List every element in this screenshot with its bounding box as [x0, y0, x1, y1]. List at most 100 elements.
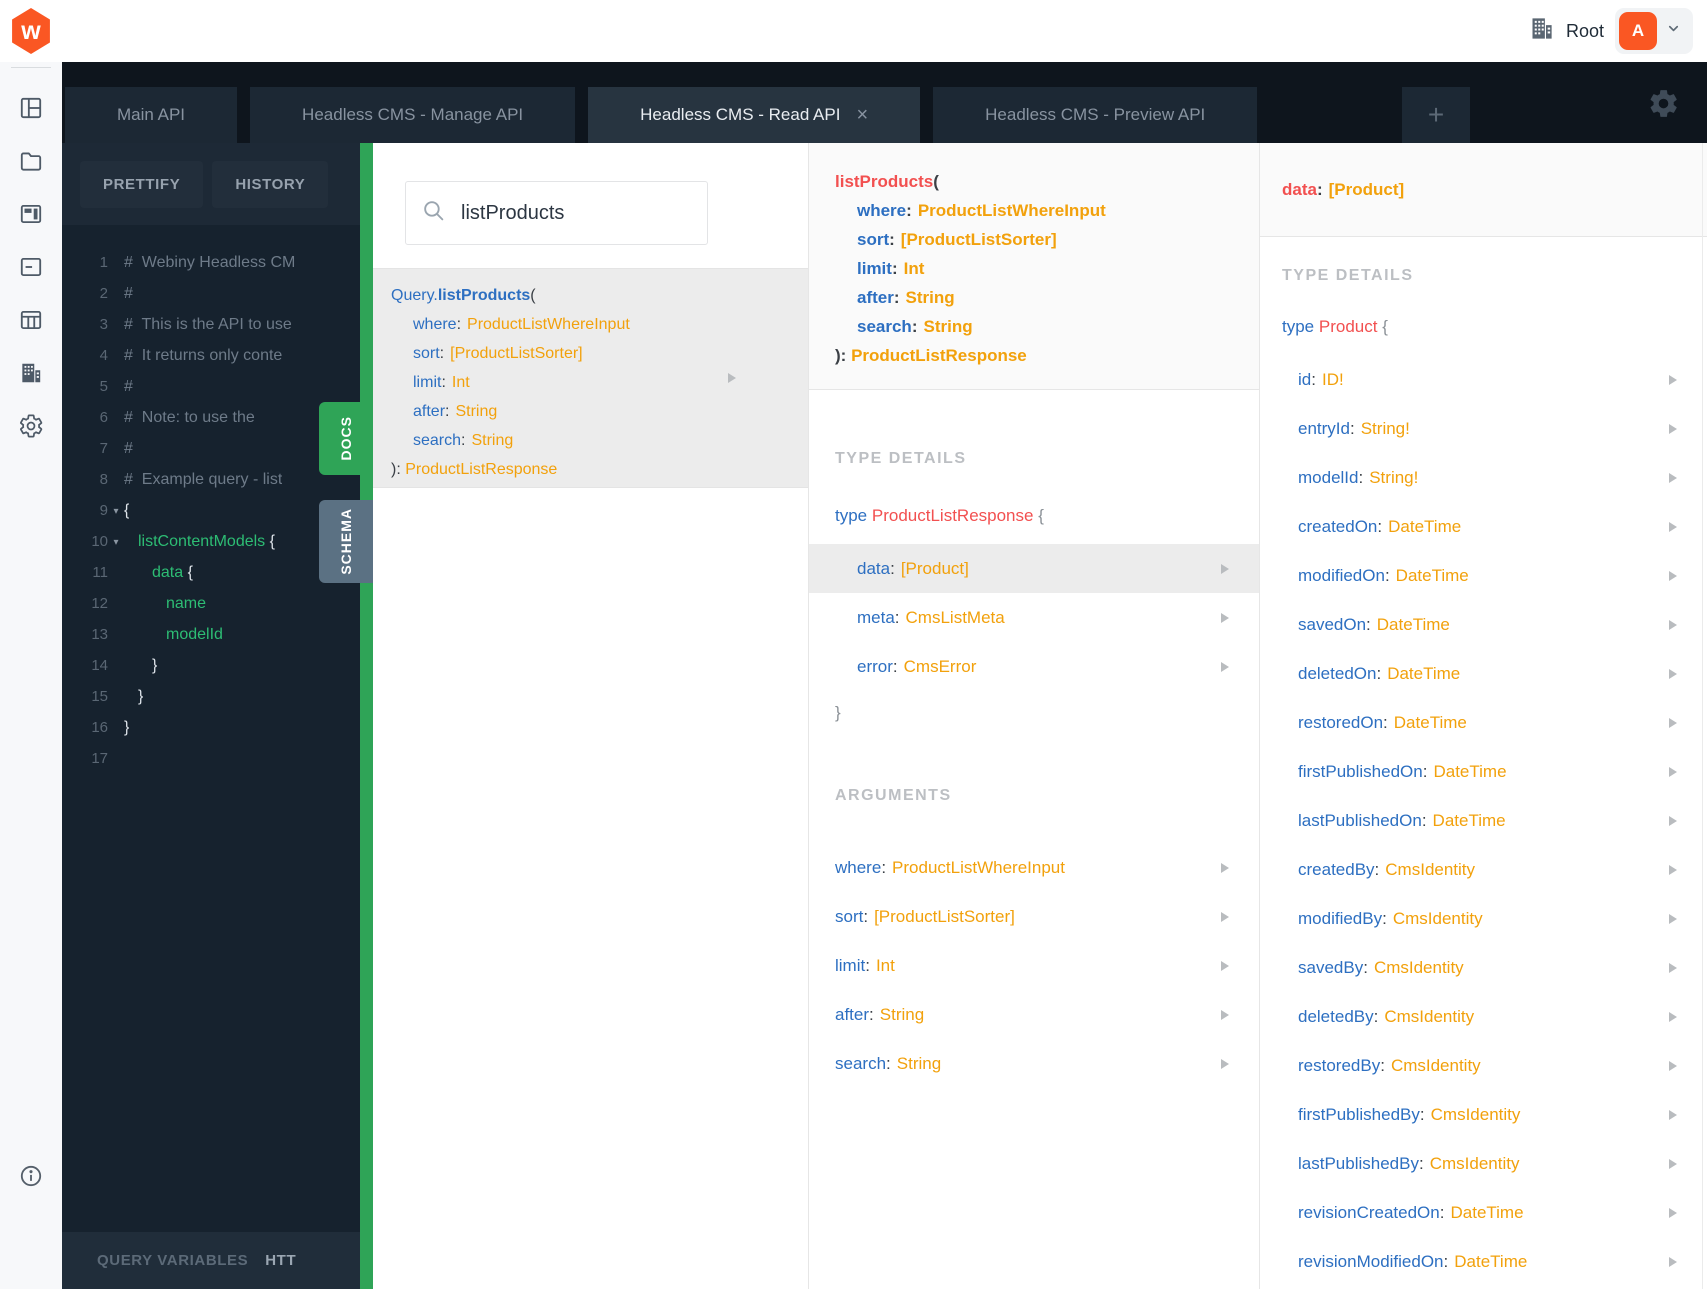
doc-argument-row[interactable]: where: ProductListWhereInput [809, 843, 1259, 892]
doc-field-row[interactable]: modifiedBy: CmsIdentity [1260, 894, 1707, 943]
type-fields: id: ID! entryId: String! modelId: String! c… [1260, 355, 1707, 1286]
docs-tab[interactable]: DOCS [319, 402, 373, 475]
field-type: CmsIdentity [1390, 1055, 1481, 1075]
search-result-args: where: ProductListWhereInput sort: [Produc… [391, 310, 808, 455]
api-tab[interactable]: Headless CMS - Manage API [250, 87, 576, 143]
info-icon[interactable] [18, 1163, 44, 1189]
docs-search-box[interactable] [405, 181, 708, 245]
code-line: 8 # Example query - list [99, 470, 283, 489]
code-line: 7 # [99, 439, 133, 458]
expand-arrow-icon [1669, 374, 1677, 385]
expand-arrow-icon [1221, 563, 1229, 574]
doc-field-row[interactable]: restoredOn: DateTime [1260, 698, 1707, 747]
schema-tab[interactable]: SCHEMA [319, 500, 373, 583]
doc-field-row[interactable]: savedBy: CmsIdentity [1260, 943, 1707, 992]
field-type: DateTime [1388, 516, 1462, 536]
field-type: DateTime [1395, 565, 1469, 585]
argument-rows: where: ProductListWhereInput sort: [Produc… [809, 843, 1259, 1088]
field-name: restoredBy [1298, 1055, 1381, 1075]
scrollbar-track[interactable] [1702, 143, 1703, 1289]
tenant-manager-icon[interactable] [18, 360, 44, 386]
page-builder-icon[interactable] [18, 201, 44, 227]
expand-arrow-icon [1221, 911, 1229, 922]
field-name: modifiedOn [1298, 565, 1385, 585]
field-type: [Product] [900, 558, 969, 578]
history-button[interactable]: HISTORY [212, 160, 329, 208]
api-tab[interactable]: Main API [65, 87, 238, 143]
api-tab[interactable]: Headless CMS - Read API × [588, 87, 921, 143]
type-name-link[interactable]: Product [1319, 317, 1378, 336]
query-variables-tab[interactable]: QUERY VARIABLES [97, 1252, 248, 1269]
editor-bottom-bar: QUERY VARIABLES HTT [62, 1232, 360, 1289]
type-name-link[interactable]: ProductListResponse [872, 506, 1034, 525]
http-headers-tab[interactable]: HTT [265, 1252, 296, 1269]
doc-field-row[interactable]: lastPublishedOn: DateTime [1260, 796, 1707, 845]
doc-argument-row[interactable]: search: String [809, 1039, 1259, 1088]
field-type: DateTime [1450, 1202, 1524, 1222]
app-sidebar [0, 62, 62, 1289]
fold-arrow-icon[interactable]: ▾ [108, 504, 124, 517]
doc-field-row[interactable]: deletedBy: CmsIdentity [1260, 992, 1707, 1041]
field-name: createdBy [1298, 859, 1375, 879]
webiny-logo[interactable]: w [12, 8, 50, 54]
api-tab-label: Main API [117, 105, 186, 124]
doc-field-row[interactable]: createdBy: CmsIdentity [1260, 845, 1707, 894]
search-result-item[interactable]: Query.listProducts( where: ProductListWhe… [373, 268, 808, 488]
doc-field-row[interactable]: modifiedOn: DateTime [1260, 551, 1707, 600]
docs-divider-strip[interactable]: DOCS SCHEMA [319, 143, 373, 1289]
search-result-signature-open: Query.listProducts( [391, 287, 536, 304]
form-builder-icon[interactable] [18, 254, 44, 280]
type-details-heading: TYPE DETAILS [1282, 267, 1414, 284]
add-tab-button[interactable]: + [1402, 87, 1470, 143]
argument-name: sort [835, 906, 864, 926]
doc-field-row[interactable]: meta: CmsListMeta [809, 593, 1259, 642]
code-line: 3 # This is the API to use [99, 315, 292, 334]
expand-arrow-icon [1669, 1158, 1677, 1169]
table-icon[interactable] [18, 307, 44, 333]
doc-argument-row[interactable]: limit: Int [809, 941, 1259, 990]
query-editor[interactable]: 1 # Webiny Headless CM 2 # 3 # This is the AP… [62, 225, 360, 1232]
prettify-button[interactable]: PRETTIFY [80, 160, 204, 208]
doc-field-row[interactable]: entryId: String! [1260, 404, 1707, 453]
close-tab-icon[interactable]: × [856, 105, 868, 125]
doc-field-row[interactable]: restoredBy: CmsIdentity [1260, 1041, 1707, 1090]
doc-field-row[interactable]: data: [Product] [809, 544, 1259, 593]
field-type: CmsIdentity [1384, 1006, 1475, 1026]
code-line: 1 # Webiny Headless CM [99, 253, 296, 272]
top-bar: w Root A [0, 0, 1707, 62]
webiny-logo-letter: w [21, 16, 41, 45]
doc-field-row[interactable]: id: ID! [1260, 355, 1707, 404]
code-line: 4 # It returns only conte [99, 346, 283, 365]
doc-field-row[interactable]: modelId: String! [1260, 453, 1707, 502]
playground-settings-gear-icon[interactable] [1647, 87, 1680, 125]
doc-argument-row[interactable]: sort: [ProductListSorter] [809, 892, 1259, 941]
field-type: ID! [1321, 369, 1344, 389]
doc-field-row[interactable]: revisionModifiedOn: DateTime [1260, 1237, 1707, 1286]
doc-field-row[interactable]: lastPublishedBy: CmsIdentity [1260, 1139, 1707, 1188]
field-type: CmsIdentity [1373, 957, 1464, 977]
field-type: DateTime [1432, 810, 1506, 830]
doc-field-row[interactable]: createdOn: DateTime [1260, 502, 1707, 551]
doc-field-row[interactable]: error: CmsError [809, 642, 1259, 691]
doc-argument-row[interactable]: after: String [809, 990, 1259, 1039]
docs-search-input[interactable] [461, 201, 692, 225]
settings-gear-icon[interactable] [18, 413, 44, 439]
doc-field-row[interactable]: deletedOn: DateTime [1260, 649, 1707, 698]
code-line: 15} [91, 687, 144, 706]
search-result-arg: sort: [ProductListSorter] [413, 345, 583, 362]
fold-arrow-icon[interactable]: ▾ [108, 535, 124, 548]
field-name: meta [857, 607, 895, 627]
doc-field-row[interactable]: revisionCreatedOn: DateTime [1260, 1188, 1707, 1237]
folder-icon[interactable] [18, 148, 44, 174]
doc-field-row[interactable]: savedOn: DateTime [1260, 600, 1707, 649]
api-tab[interactable]: Headless CMS - Preview API [933, 87, 1258, 143]
search-icon [421, 198, 446, 228]
doc-field-row[interactable]: firstPublishedOn: DateTime [1260, 747, 1707, 796]
layout-icon[interactable] [18, 95, 44, 121]
account-menu[interactable]: A [1615, 8, 1693, 54]
field-name: deletedBy [1298, 1006, 1374, 1026]
code-line: 6 # Note: to use the [99, 408, 255, 427]
argument-name: limit [835, 955, 866, 975]
doc-field-row[interactable]: firstPublishedBy: CmsIdentity [1260, 1090, 1707, 1139]
field-name: entryId [1298, 418, 1350, 438]
